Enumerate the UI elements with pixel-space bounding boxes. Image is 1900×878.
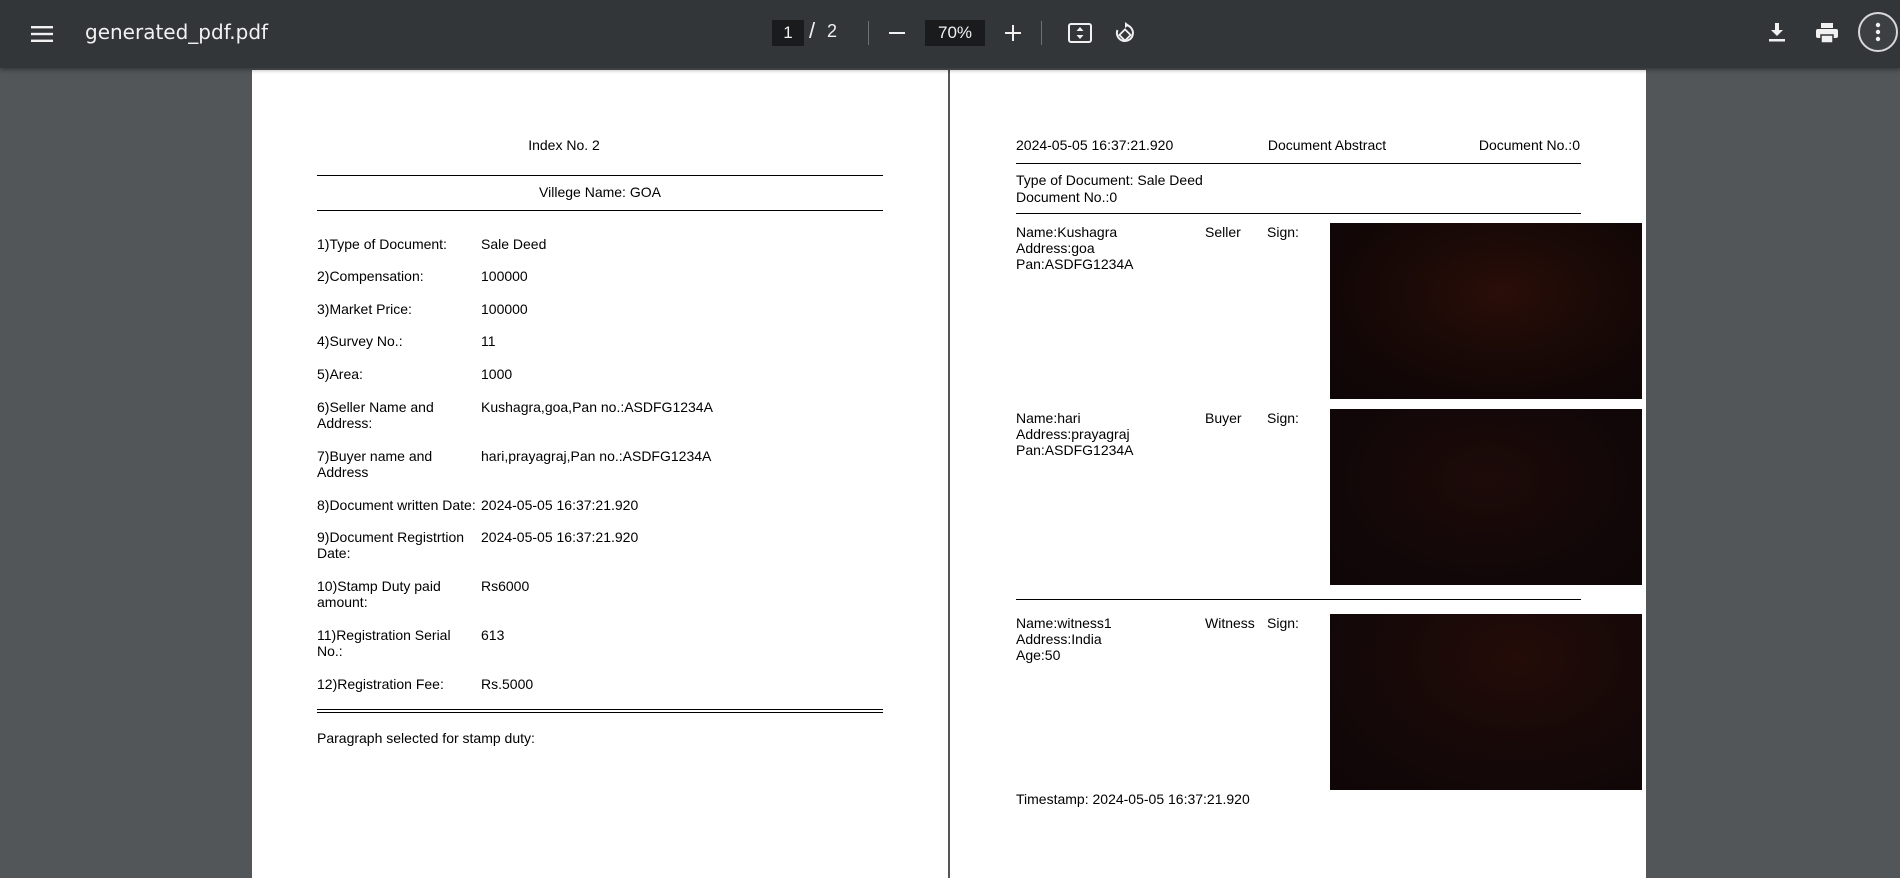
sign-label: Sign: xyxy=(1267,224,1299,240)
row-value: 100000 xyxy=(481,301,528,317)
pdf-toolbar: generated_pdf.pdf 1 / 2 70% xyxy=(0,0,1900,68)
party-address: Address:goa xyxy=(1016,240,1095,256)
divider-line xyxy=(1016,599,1581,600)
row-label: 10)Stamp Duty paid amount: xyxy=(317,578,441,610)
party-role: Seller xyxy=(1205,224,1241,240)
index-title: Index No. 2 xyxy=(528,137,600,153)
row-value: 1000 xyxy=(481,366,513,382)
divider-line xyxy=(317,210,883,211)
party-seller: Name:Kushagra Address:goa Pan:ASDFG1234A xyxy=(1016,224,1134,272)
zoom-in-icon[interactable] xyxy=(998,18,1028,48)
row-value: Sale Deed xyxy=(481,236,547,252)
buyer-signature-image xyxy=(1330,409,1642,585)
sign-label: Sign: xyxy=(1267,410,1299,426)
rotate-icon[interactable] xyxy=(1110,18,1140,48)
row-label: 9)Document Registrtion Date: xyxy=(317,529,465,561)
current-page-input[interactable]: 1 xyxy=(772,20,804,46)
seller-signature-image xyxy=(1330,223,1642,399)
row-value: hari,prayagraj,Pan no.:ASDFG1234A xyxy=(481,448,712,464)
party-pan: Pan:ASDFG1234A xyxy=(1016,442,1134,458)
row-value: Rs.5000 xyxy=(481,676,534,692)
total-pages: 2 xyxy=(827,21,838,41)
village-name: Villege Name: GOA xyxy=(539,184,661,200)
pdf-page-1: Index No. 2 Villege Name: GOA 1)Type of … xyxy=(252,70,948,878)
menu-icon[interactable] xyxy=(22,14,62,54)
fit-page-icon[interactable] xyxy=(1065,18,1095,48)
row-label: 2)Compensation: xyxy=(317,268,424,284)
row-label: 12)Registration Fee: xyxy=(317,676,444,692)
party-role: Buyer xyxy=(1205,410,1242,426)
party-pan: Pan:ASDFG1234A xyxy=(1016,256,1134,272)
row-value: 100000 xyxy=(481,268,528,284)
sign-label: Sign: xyxy=(1267,615,1299,631)
row-label: 3)Market Price: xyxy=(317,301,412,317)
docno-line: Document No.:0 xyxy=(1016,189,1118,205)
party-buyer: Name:hari Address:prayagraj Pan:ASDFG123… xyxy=(1016,410,1134,458)
row-value: 2024-05-05 16:37:21.920 xyxy=(481,529,639,545)
type-line: Type of Document: Sale Deed xyxy=(1016,172,1203,188)
party-name: Name:Kushagra xyxy=(1016,224,1118,240)
double-line-top xyxy=(317,709,883,710)
witness-signature-image xyxy=(1330,614,1642,790)
divider-line xyxy=(317,175,883,176)
party-name: Name:hari xyxy=(1016,410,1081,426)
divider-line xyxy=(1016,163,1581,164)
row-label: 8)Document written Date: xyxy=(317,497,476,513)
header-date: 2024-05-05 16:37:21.920 xyxy=(1016,137,1174,153)
row-value: 2024-05-05 16:37:21.920 xyxy=(481,497,639,513)
row-value: 613 xyxy=(481,627,505,643)
row-value: Kushagra,goa,Pan no.:ASDFG1234A xyxy=(481,399,713,415)
print-icon[interactable] xyxy=(1811,18,1843,48)
row-label: 11)Registration Serial No.: xyxy=(317,627,451,659)
divider-line xyxy=(1016,213,1581,214)
more-vert-icon[interactable] xyxy=(1858,12,1898,52)
timestamp: Timestamp: 2024-05-05 16:37:21.920 xyxy=(1016,791,1250,807)
row-label: 4)Survey No.: xyxy=(317,333,403,349)
download-icon[interactable] xyxy=(1762,18,1792,48)
party-witness: Name:witness1 Address:India Age:50 xyxy=(1016,615,1112,663)
paragraph-note: Paragraph selected for stamp duty: xyxy=(317,730,535,746)
party-role: Witness xyxy=(1205,615,1255,631)
row-label: 5)Area: xyxy=(317,366,363,382)
double-line-bottom xyxy=(317,712,883,713)
toolbar-divider xyxy=(1041,21,1042,45)
document-title: generated_pdf.pdf xyxy=(85,20,269,44)
zoom-out-icon[interactable] xyxy=(882,18,912,48)
header-title: Document Abstract xyxy=(1267,137,1387,153)
party-address: Address:prayagraj xyxy=(1016,426,1130,442)
row-label: 1)Type of Document: xyxy=(317,236,447,252)
party-age: Age:50 xyxy=(1016,647,1061,663)
header-docno: Document No.:0 xyxy=(1478,137,1580,153)
row-label: 7)Buyer name and Address xyxy=(317,448,433,480)
toolbar-divider xyxy=(868,21,869,45)
party-name: Name:witness1 xyxy=(1016,615,1112,631)
pdf-page-2: 2024-05-05 16:37:21.920 Document Abstrac… xyxy=(950,70,1646,878)
row-value: Rs6000 xyxy=(481,578,530,594)
page-separator: / xyxy=(809,18,816,43)
party-address: Address:India xyxy=(1016,631,1102,647)
row-value: 11 xyxy=(481,333,496,349)
zoom-level-input[interactable]: 70% xyxy=(925,20,985,46)
row-label: 6)Seller Name and Address: xyxy=(317,399,434,431)
